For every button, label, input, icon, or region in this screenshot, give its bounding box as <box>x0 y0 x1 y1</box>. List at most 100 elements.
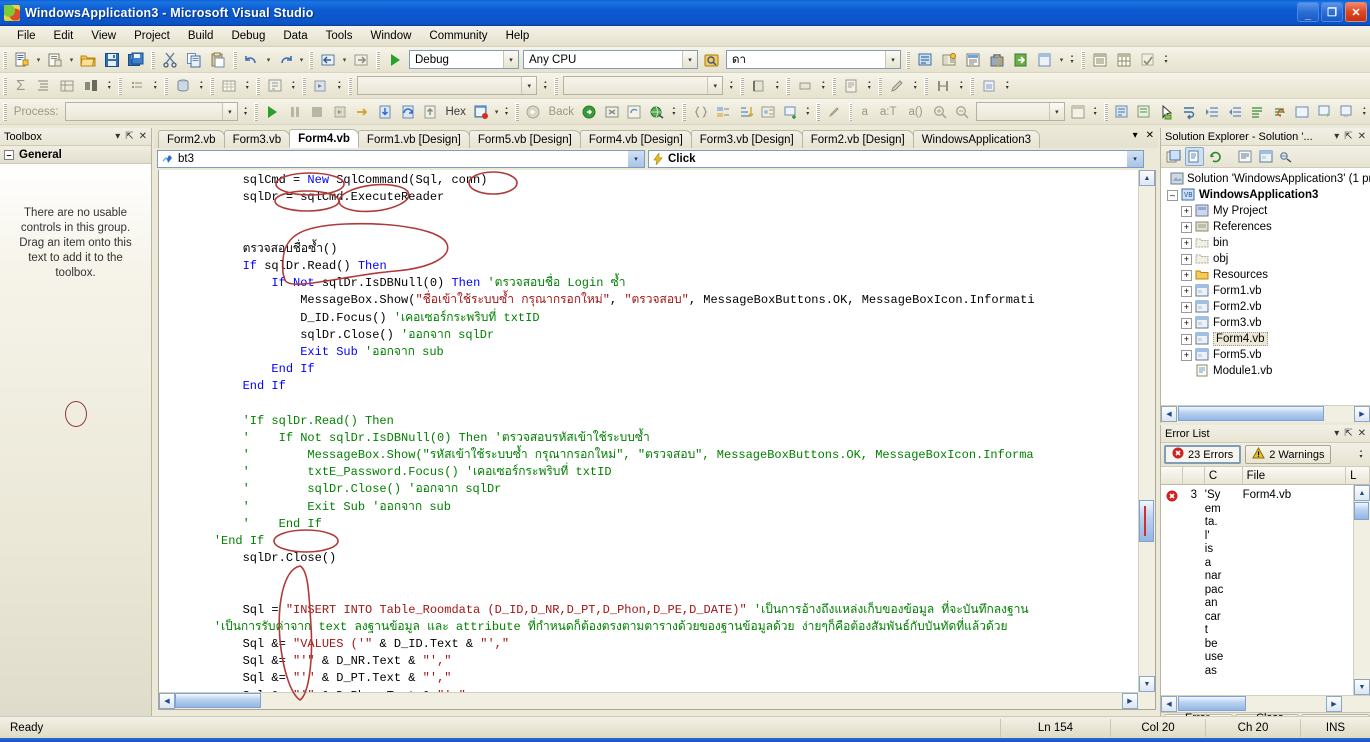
toolbar-grip-3[interactable] <box>233 50 237 69</box>
expand-icon[interactable]: + <box>1181 349 1192 361</box>
toolbar-grip-r2-9[interactable] <box>740 76 745 95</box>
solution-item-form5-vb[interactable]: + Form5.vb <box>1163 347 1368 363</box>
show-next-statement-icon[interactable] <box>352 101 373 123</box>
toolbar-overflow-r2-2[interactable]: ▪ ▾ <box>149 75 161 97</box>
font-at-label[interactable]: a:T <box>874 106 903 118</box>
solution-item-module1-vb[interactable]: Module1.vb <box>1163 363 1368 379</box>
sort-az-icon[interactable] <box>735 101 756 123</box>
toolbox-close-icon[interactable]: ✕ <box>139 131 147 142</box>
toolbox-pin-icon[interactable]: ⇱ <box>125 131 133 142</box>
continue-icon[interactable] <box>262 101 283 123</box>
sum-icon[interactable]: Σ <box>10 77 31 94</box>
solution-item-bin[interactable]: + bin <box>1163 235 1368 251</box>
expand-icon[interactable]: + <box>1181 301 1192 313</box>
toolbar-grip-r2-11[interactable] <box>832 76 837 95</box>
comment-block-icon[interactable] <box>1112 101 1133 123</box>
undo-edit-icon[interactable] <box>1269 101 1290 123</box>
stop-debugging-icon[interactable] <box>307 101 328 123</box>
expand-icon[interactable]: + <box>1181 253 1192 265</box>
collapse-icon[interactable]: – <box>4 149 14 160</box>
toolbar-overflow-r2-9[interactable]: ▪ ▾ <box>771 75 783 97</box>
toolbar-grip-r3-7[interactable] <box>1103 102 1108 121</box>
break-all-icon[interactable] <box>285 101 306 123</box>
new-project-dropdown-icon[interactable]: ▾ <box>34 49 43 71</box>
col-description-header[interactable]: C <box>1205 466 1243 485</box>
other-windows-icon[interactable] <box>1034 49 1056 71</box>
add-new-item-icon[interactable] <box>44 49 66 71</box>
tab-list-dropdown-icon[interactable]: ▾ <box>1133 130 1138 141</box>
window-layout-icon[interactable] <box>1068 101 1089 123</box>
toolbar-overflow-icon[interactable]: ▪ ▾ <box>1066 49 1078 71</box>
pen-icon[interactable] <box>886 75 908 97</box>
web-refresh-icon[interactable] <box>624 101 645 123</box>
navigate-backward-icon[interactable] <box>317 49 339 71</box>
project-node[interactable]: – VB WindowsApplication3 <box>1163 187 1368 203</box>
process-combo[interactable]: ▾ <box>64 102 238 121</box>
toolbar-grip[interactable] <box>3 50 7 69</box>
maximize-button[interactable]: ❐ <box>1321 2 1343 22</box>
solution-item-obj[interactable]: + obj <box>1163 251 1368 267</box>
object-combo[interactable]: bt3 ▾ <box>157 150 645 168</box>
schema-icon[interactable] <box>264 75 286 97</box>
solution-platform-combo[interactable]: Any CPU ▾ <box>523 50 698 69</box>
expand-icon[interactable]: + <box>1181 317 1192 329</box>
toolbox-empty-area[interactable]: There are no usable controls in this gro… <box>0 164 151 716</box>
solution-item-resources[interactable]: + Resources <box>1163 267 1368 283</box>
toolbar-grip-r2-6[interactable] <box>302 76 307 95</box>
error-vscroll-thumb[interactable] <box>1354 502 1369 520</box>
redo-dropdown-icon[interactable]: ▾ <box>297 49 306 71</box>
browse-with-icon[interactable] <box>647 101 668 123</box>
uncomment-block-icon[interactable] <box>1134 101 1155 123</box>
align-lefts-icon[interactable] <box>748 75 770 97</box>
tab-form3-vb[interactable]: Form3.vb <box>223 130 291 148</box>
menu-item-window[interactable]: Window <box>362 28 421 44</box>
list-icon[interactable] <box>126 75 148 97</box>
error-list-close-icon[interactable]: ✕ <box>1358 428 1366 439</box>
toolbar-overflow-r2-1[interactable]: ▪ ▾ <box>103 75 115 97</box>
toolbar-overflow-r2-5[interactable]: ▪ ▾ <box>287 75 299 97</box>
error-list-overflow-icon[interactable]: ▪ ▾ <box>1355 444 1367 466</box>
tab-form4-vb[interactable]: Form4.vb <box>289 129 359 148</box>
warnings-filter-button[interactable]: 2 Warnings <box>1245 445 1332 464</box>
solution-explorer-pin-icon[interactable]: ⇱ <box>1344 131 1352 142</box>
solution-configuration-combo[interactable]: Debug ▾ <box>409 50 519 69</box>
menu-item-build[interactable]: Build <box>179 28 223 44</box>
other-windows-dropdown-icon[interactable]: ▾ <box>1057 49 1066 71</box>
run-query-icon[interactable] <box>310 75 332 97</box>
member-combo[interactable]: Click ▾ <box>648 150 1144 168</box>
data-source-icon[interactable] <box>172 75 194 97</box>
show-all-files-icon[interactable] <box>1185 147 1204 166</box>
properties-page-icon[interactable] <box>1164 147 1183 166</box>
toolbar-grip-r2-14[interactable] <box>970 76 975 95</box>
chevron-down-icon[interactable]: ▾ <box>503 51 518 68</box>
scroll-left-icon[interactable]: ◀ <box>1161 406 1177 422</box>
comment-selection-icon[interactable] <box>1337 101 1358 123</box>
toolbar-overflow-r2-4[interactable]: ▪ ▾ <box>241 75 253 97</box>
open-file-icon[interactable] <box>77 49 99 71</box>
editor-vertical-scrollbar[interactable]: ▲ ▼ <box>1138 170 1155 692</box>
group-by-icon[interactable] <box>32 75 54 97</box>
chevron-down-icon[interactable]: ▾ <box>1048 103 1064 120</box>
solution-explorer-hscrollbar[interactable]: ◀ ▶ <box>1161 405 1370 422</box>
col-icon-header[interactable] <box>1161 466 1183 485</box>
font-afn-label[interactable]: a() <box>903 106 929 118</box>
zoom-level-combo[interactable]: ▾ <box>975 102 1065 121</box>
restart-icon[interactable] <box>330 101 351 123</box>
layout-combo-1[interactable]: ▾ <box>357 76 538 95</box>
step-into-icon[interactable] <box>375 101 396 123</box>
new-query-icon[interactable] <box>1089 49 1111 71</box>
solution-item-form3-vb[interactable]: + Form3.vb <box>1163 315 1368 331</box>
toolbar-overflow-r2-3[interactable]: ▪ ▾ <box>195 75 207 97</box>
toolbar-overflow-r3-4[interactable]: ▪ ▾ <box>802 101 813 123</box>
toolbar-grip-4[interactable] <box>309 50 313 69</box>
navigate-forward-icon[interactable] <box>350 49 372 71</box>
toolbar-overflow-r3-5[interactable]: ▪ ▾ <box>1090 101 1101 123</box>
tab-form4-vb-design[interactable]: Form4.vb [Design] <box>579 130 692 148</box>
toolbar-grip-r2-13[interactable] <box>924 76 929 95</box>
add-new-item-dropdown-icon[interactable]: ▾ <box>67 49 76 71</box>
toolbar-overflow-r2-11[interactable]: ▪ ▾ <box>863 75 875 97</box>
minimize-button[interactable]: _ <box>1297 2 1319 22</box>
navigate-backward-dropdown-icon[interactable]: ▾ <box>340 49 349 71</box>
table-icon[interactable] <box>1113 49 1135 71</box>
toolbar-grip-r2-8[interactable] <box>554 76 559 95</box>
